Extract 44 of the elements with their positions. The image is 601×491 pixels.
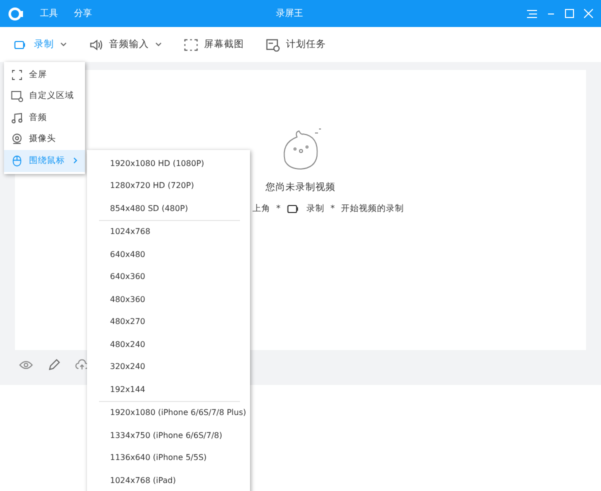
toolbar-button[interactable]: 计划任务 — [266, 38, 326, 52]
menu-item[interactable]: 192x144 — [87, 378, 250, 400]
menu-item[interactable]: 1136x640 (iPhone 5/5S) — [87, 446, 250, 469]
window-title: 录屏王 — [275, 8, 304, 20]
schedule-icon — [266, 38, 280, 52]
toolbar-button[interactable]: 屏幕截图 — [184, 38, 244, 52]
maximize-icon[interactable] — [565, 8, 574, 18]
cloud-upload-icon — [75, 358, 89, 372]
menu-item[interactable]: 音频 — [4, 107, 85, 128]
menu-item[interactable]: 640x480 — [87, 243, 250, 266]
eye-icon — [19, 358, 33, 372]
speaker-icon — [89, 38, 103, 52]
menu-item[interactable]: 640x360 — [87, 266, 250, 288]
toolbar-button[interactable]: 音频输入 — [89, 38, 162, 52]
music-note-icon — [11, 112, 23, 124]
menu-item[interactable]: 480x360 — [87, 288, 250, 310]
menu-item[interactable]: 1334x750 (iPhone 6/6S/7/8) — [87, 424, 250, 446]
close-icon[interactable] — [584, 8, 593, 18]
menu-item[interactable]: 480x270 — [87, 310, 250, 333]
menu-icon[interactable] — [527, 8, 537, 18]
hint-text: 录制 — [306, 203, 324, 215]
mouse-icon — [11, 154, 23, 167]
menu-item[interactable]: 摄像头 — [4, 128, 85, 150]
menu-item[interactable]: 1920x1080 (iPhone 6/6S/7/8 Plus) — [87, 402, 250, 424]
fullscreen-icon — [11, 68, 23, 81]
empty-message: 您尚未录制视频 — [266, 181, 336, 194]
pencil-icon — [47, 358, 61, 372]
menu-item[interactable]: 全屏 — [4, 64, 85, 86]
menu-item[interactable]: 480x240 — [87, 333, 250, 356]
hint-text: * — [276, 204, 280, 214]
menu-item[interactable]: 1280x720 HD (720P) — [87, 174, 250, 197]
screenshot-icon — [184, 38, 198, 52]
menu-item[interactable]: 320x240 — [87, 356, 250, 378]
menu-item[interactable]: 1920x1080 HD (1080P) — [87, 152, 250, 174]
menu-item[interactable]: 854x480 SD (480P) — [87, 197, 250, 220]
webcam-icon — [11, 133, 23, 146]
region-icon — [11, 90, 23, 102]
menu-item[interactable]: 1024x768 — [87, 220, 250, 243]
menu-item[interactable]: 自定义区域 — [4, 86, 85, 107]
menu-item[interactable]: 1024x768 (iPad) — [87, 469, 250, 491]
hint-text: 开始视频的录制 — [340, 203, 404, 215]
hint-text: * — [330, 204, 335, 214]
hint-text: 上角 — [252, 203, 270, 215]
app-logo-icon — [8, 6, 24, 22]
